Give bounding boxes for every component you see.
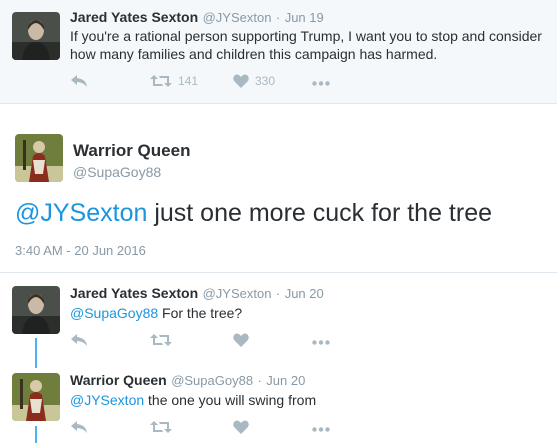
retweet-icon — [150, 75, 172, 87]
main-author-handle[interactable]: @SupaGoy88 — [73, 164, 161, 180]
reply-icon — [71, 75, 87, 87]
author-handle[interactable]: @JYSexton — [203, 10, 272, 25]
avatar-warrior-queen[interactable] — [15, 134, 63, 182]
more-icon — [312, 427, 330, 432]
main-tweet-text: @JYSexton just one more cuck for the tre… — [15, 199, 492, 227]
like-count: 330 — [255, 74, 276, 88]
reply-button[interactable] — [70, 420, 88, 434]
mention-link[interactable]: @JYSexton — [70, 392, 144, 408]
more-button[interactable] — [312, 81, 330, 86]
author-name[interactable]: Jared Yates Sexton — [70, 9, 198, 25]
more-button[interactable] — [312, 340, 330, 345]
retweet-icon — [150, 421, 172, 433]
tweet-date[interactable]: Jun 19 — [285, 10, 324, 25]
retweet-icon — [150, 334, 172, 346]
retweet-button[interactable] — [150, 333, 172, 347]
more-icon — [312, 340, 330, 345]
tweet-actions — [70, 333, 370, 353]
heart-icon — [233, 74, 249, 88]
thread-line — [35, 426, 37, 443]
tweet-text: @JYSexton the one you will swing from — [70, 392, 317, 408]
author-name[interactable]: Jared Yates Sexton — [70, 285, 198, 301]
main-timestamp[interactable]: 3:40 AM - 20 Jun 2016 — [15, 243, 146, 258]
reply-button[interactable] — [70, 74, 88, 88]
tweet-text: @SupaGoy88 For the tree? — [70, 305, 243, 321]
tweet-date[interactable]: Jun 20 — [266, 373, 305, 388]
retweet-button[interactable] — [150, 420, 172, 434]
tweet-date[interactable]: Jun 20 — [285, 286, 324, 301]
author-name[interactable]: Warrior Queen — [70, 372, 167, 388]
reply-button[interactable] — [70, 333, 88, 347]
like-button[interactable] — [233, 420, 249, 434]
more-button[interactable] — [312, 427, 330, 432]
tweet-actions: 141 330 — [70, 74, 370, 94]
retweet-button[interactable]: 141 — [150, 74, 198, 88]
main-author-name[interactable]: Warrior Queen — [73, 141, 190, 161]
reply-icon — [71, 334, 87, 346]
author-handle[interactable]: @SupaGoy88 — [171, 373, 253, 388]
heart-icon — [233, 420, 249, 434]
retweet-count: 141 — [178, 74, 199, 88]
avatar-jared[interactable] — [12, 286, 60, 334]
avatar-jared[interactable] — [12, 12, 60, 60]
author-handle[interactable]: @JYSexton — [203, 286, 272, 301]
thread-line — [35, 338, 37, 368]
heart-icon — [233, 333, 249, 347]
like-button[interactable]: 330 — [233, 74, 275, 88]
avatar-warrior-queen[interactable] — [12, 373, 60, 421]
like-button[interactable] — [233, 333, 249, 347]
mention-link[interactable]: @JYSexton — [15, 199, 147, 227]
tweet-text: If you're a rational person supporting T… — [70, 28, 542, 62]
tweet-actions — [70, 420, 370, 440]
divider — [0, 272, 557, 273]
reply-icon — [71, 421, 87, 433]
mention-link[interactable]: @SupaGoy88 — [70, 305, 158, 321]
more-icon — [312, 81, 330, 86]
